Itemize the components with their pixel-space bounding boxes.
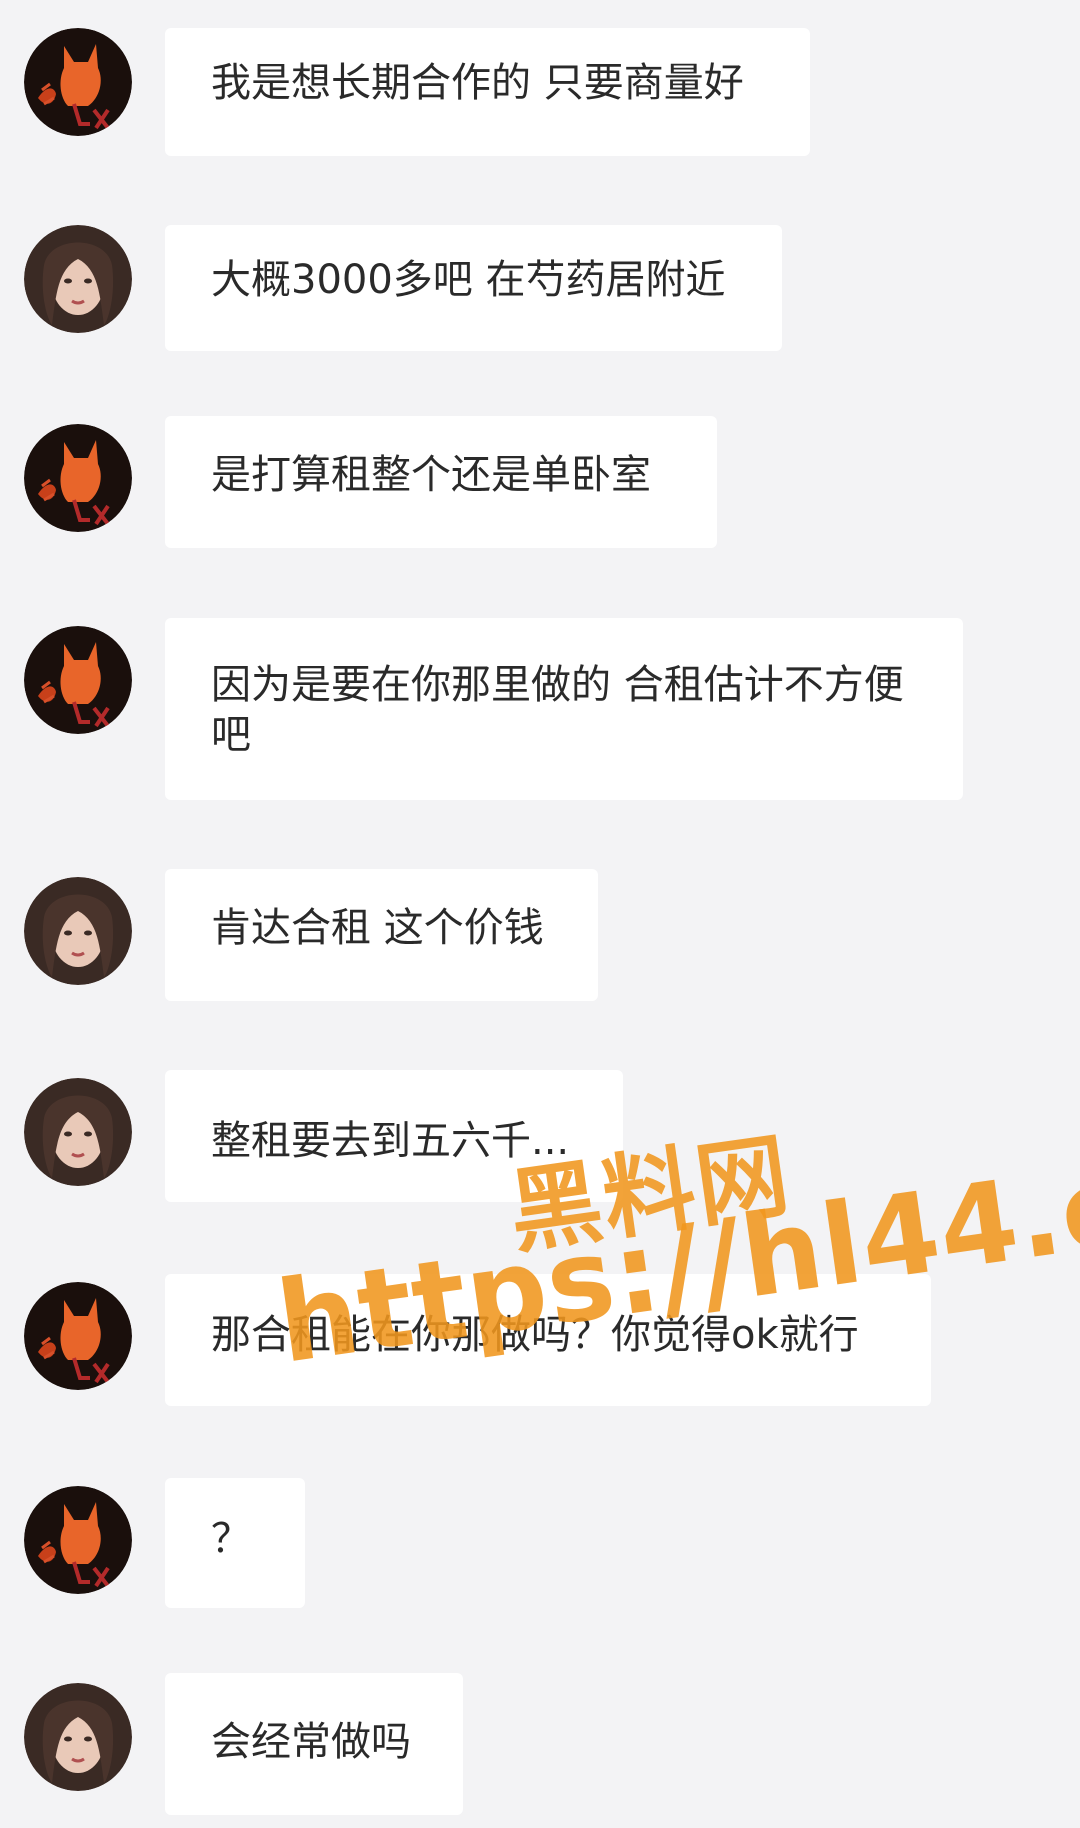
message-text: 我是想长期合作的 只要商量好: [211, 60, 744, 106]
girl-portrait-icon: [24, 877, 132, 985]
message-bubble[interactable]: 整租要去到五六千...: [165, 1070, 623, 1202]
girl-avatar[interactable]: [24, 877, 132, 985]
girl-portrait-icon: [24, 1683, 132, 1791]
message-bubble[interactable]: 大概3000多吧 在芍药居附近: [165, 225, 782, 351]
message-text: 是打算租整个还是单卧室: [211, 452, 651, 498]
girl-avatar[interactable]: [24, 225, 132, 333]
message-bubble[interactable]: 那合租能在你那做吗？你觉得ok就行: [165, 1274, 931, 1406]
cat-avatar[interactable]: [24, 1282, 132, 1390]
girl-portrait-icon: [24, 1078, 132, 1186]
cat-logo-icon: [24, 626, 132, 734]
message-bubble[interactable]: 我是想长期合作的 只要商量好: [165, 28, 810, 156]
girl-avatar[interactable]: [24, 1078, 132, 1186]
message-text: 肯达合租 这个价钱: [211, 905, 544, 951]
message-text: 因为是要在你那里做的 合租估计不方便吧: [211, 662, 904, 758]
cat-logo-icon: [24, 424, 132, 532]
message-text: 会经常做吗: [211, 1719, 411, 1765]
chat-thread: 我是想长期合作的 只要商量好 大概3000多吧 在芍药居附近 是打算租整个还是单…: [0, 0, 1080, 1828]
girl-avatar[interactable]: [24, 1683, 132, 1791]
message-text: ？: [211, 1516, 251, 1562]
cat-avatar[interactable]: [24, 28, 132, 136]
cat-logo-icon: [24, 1486, 132, 1594]
message-bubble[interactable]: ？: [165, 1478, 305, 1608]
cat-logo-icon: [24, 1282, 132, 1390]
message-bubble[interactable]: 肯达合租 这个价钱: [165, 869, 598, 1001]
cat-avatar[interactable]: [24, 626, 132, 734]
girl-portrait-icon: [24, 225, 132, 333]
message-bubble[interactable]: 是打算租整个还是单卧室: [165, 416, 717, 548]
message-text: 那合租能在你那做吗？你觉得ok就行: [211, 1312, 859, 1358]
message-bubble[interactable]: 因为是要在你那里做的 合租估计不方便吧: [165, 618, 963, 800]
cat-avatar[interactable]: [24, 1486, 132, 1594]
cat-avatar[interactable]: [24, 424, 132, 532]
message-bubble[interactable]: 会经常做吗: [165, 1673, 463, 1815]
message-text: 大概3000多吧 在芍药居附近: [211, 257, 726, 303]
message-text: 整租要去到五六千...: [211, 1118, 570, 1164]
cat-logo-icon: [24, 28, 132, 136]
